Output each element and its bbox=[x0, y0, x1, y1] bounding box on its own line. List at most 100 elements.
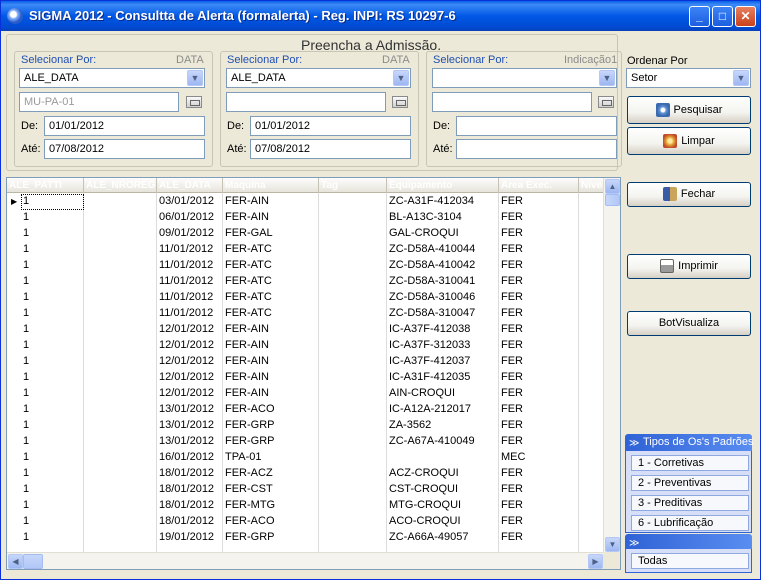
scroll-left-icon[interactable]: ◀ bbox=[8, 554, 23, 569]
column-header[interactable]: ALE_NROREG bbox=[84, 178, 157, 193]
table-cell bbox=[579, 290, 604, 306]
all-types-header[interactable]: ≫ bbox=[625, 534, 752, 549]
chevron-down-icon[interactable]: ▼ bbox=[187, 70, 203, 86]
group1-text-field[interactable]: MU-PA-01 bbox=[19, 92, 179, 112]
table-row[interactable]: 1 11/01/2012 FER-ATC ZC-D58A-310041 FER bbox=[7, 274, 604, 290]
scroll-thumb[interactable] bbox=[605, 194, 620, 206]
column-header[interactable]: Maquina bbox=[223, 178, 319, 193]
table-row[interactable]: 1 13/01/2012 FER-GRP ZA-3562 FER bbox=[7, 418, 604, 434]
table-cell bbox=[319, 466, 387, 482]
print-button[interactable]: Imprimir bbox=[627, 254, 751, 279]
table-row[interactable]: 1 19/01/2012 FER-GRP ZC-A66A-49057 FER bbox=[7, 530, 604, 546]
os-types-header[interactable]: ≫ Tipos de Os's Padrões bbox=[625, 434, 754, 452]
os-type-item[interactable]: 3 - Preditivas bbox=[631, 495, 749, 511]
group3-label: Selecionar Por: bbox=[433, 54, 509, 66]
group1-select[interactable]: ALE_DATA ▼ bbox=[19, 68, 205, 88]
table-cell: FER-ACZ bbox=[225, 467, 273, 479]
scroll-right-icon[interactable]: ▶ bbox=[588, 554, 603, 569]
group3-de-label: De: bbox=[433, 120, 451, 132]
table-row[interactable]: 1 16/01/2012 TPA-01 MEC bbox=[7, 450, 604, 466]
os-type-item[interactable]: 2 - Preventivas bbox=[631, 475, 749, 491]
table-row[interactable]: 1 03/01/2012 FER-AIN ZC-A31F-412034 FER ▶ bbox=[7, 194, 604, 210]
maximize-button[interactable]: □ bbox=[712, 6, 733, 27]
os-type-item[interactable]: 1 - Corretivas bbox=[631, 455, 749, 471]
title-bar[interactable]: SIGMA 2012 - Consultta de Alerta (formal… bbox=[1, 1, 760, 31]
table-cell bbox=[84, 498, 157, 514]
table-row[interactable]: 1 12/01/2012 FER-AIN IC-A37F-412037 FER bbox=[7, 354, 604, 370]
chevron-down-icon[interactable]: ▼ bbox=[599, 70, 615, 86]
column-header[interactable]: Equipamento bbox=[387, 178, 499, 193]
lookup-icon[interactable] bbox=[392, 96, 408, 108]
collapse-chevron-icon[interactable]: ≫ bbox=[629, 435, 639, 452]
results-grid[interactable]: ALE_PATTI ALE_NROREG ALE_DATA Maquina Tag Equ… bbox=[6, 177, 621, 570]
bot-visualiza-button[interactable]: BotVisualiza bbox=[627, 311, 751, 336]
table-row[interactable]: 1 11/01/2012 FER-ATC ZC-D58A-410044 FER bbox=[7, 242, 604, 258]
table-row[interactable]: 1 12/01/2012 FER-AIN IC-A37F-312033 FER bbox=[7, 338, 604, 354]
table-cell: ZC-D58A-410044 bbox=[389, 243, 476, 255]
app-icon[interactable] bbox=[7, 8, 23, 24]
table-cell bbox=[579, 258, 604, 274]
table-cell: FER-ATC bbox=[225, 243, 272, 255]
table-row[interactable]: 1 18/01/2012 FER-CST CST-CROQUI FER bbox=[7, 482, 604, 498]
table-cell: IC-A37F-412038 bbox=[389, 323, 471, 335]
table-row[interactable]: 1 13/01/2012 FER-ACO IC-A12A-212017 FER bbox=[7, 402, 604, 418]
table-cell: ACO-CROQUI bbox=[389, 515, 461, 527]
table-row[interactable]: 1 13/01/2012 FER-GRP ZC-A67A-410049 FER bbox=[7, 434, 604, 450]
table-row[interactable]: 1 18/01/2012 FER-MTG MTG-CROQUI FER bbox=[7, 498, 604, 514]
group3-ate-field[interactable] bbox=[456, 139, 617, 159]
table-row[interactable]: 1 12/01/2012 FER-AIN AIN-CROQUI FER bbox=[7, 386, 604, 402]
chevron-down-icon[interactable]: ▼ bbox=[393, 70, 409, 86]
chevron-down-icon[interactable]: ▼ bbox=[733, 70, 749, 86]
column-header[interactable]: ALE_DATA bbox=[157, 178, 223, 193]
group2-de-field[interactable]: 01/01/2012 bbox=[250, 116, 411, 136]
horizontal-scrollbar[interactable]: ◀ ▶ bbox=[7, 552, 604, 569]
group3-de-field[interactable] bbox=[456, 116, 617, 136]
column-header[interactable]: Nivel bbox=[579, 178, 604, 193]
minimize-button[interactable]: _ bbox=[689, 6, 710, 27]
scroll-down-icon[interactable]: ▼ bbox=[605, 537, 620, 552]
group2-select[interactable]: ALE_DATA ▼ bbox=[226, 68, 411, 88]
table-cell bbox=[387, 450, 499, 466]
table-cell: FER bbox=[501, 307, 523, 319]
lookup-icon[interactable] bbox=[598, 96, 614, 108]
table-cell bbox=[84, 370, 157, 386]
table-row[interactable]: 1 12/01/2012 FER-AIN IC-A37F-412038 FER bbox=[7, 322, 604, 338]
close-button[interactable]: ✕ bbox=[735, 6, 756, 27]
table-cell: IC-A12A-212017 bbox=[389, 403, 471, 415]
clear-button[interactable]: Limpar bbox=[627, 127, 751, 155]
os-type-item[interactable]: 6 - Lubrificação bbox=[631, 515, 749, 531]
table-row[interactable]: 1 06/01/2012 FER-AIN BL-A13C-3104 FER bbox=[7, 210, 604, 226]
group2-text-field[interactable] bbox=[226, 92, 386, 112]
table-cell bbox=[84, 338, 157, 354]
order-select[interactable]: Setor ▼ bbox=[626, 68, 751, 88]
close-form-button[interactable]: Fechar bbox=[627, 182, 751, 207]
lookup-icon[interactable] bbox=[186, 96, 202, 108]
scroll-thumb-horizontal[interactable] bbox=[23, 554, 43, 569]
group1-ate-field[interactable]: 07/08/2012 bbox=[44, 139, 205, 159]
table-cell bbox=[84, 514, 157, 530]
all-types-item[interactable]: Todas bbox=[631, 553, 749, 569]
table-row[interactable]: 1 18/01/2012 FER-ACO ACO-CROQUI FER bbox=[7, 514, 604, 530]
table-row[interactable]: 1 11/01/2012 FER-ATC ZC-D58A-310047 FER bbox=[7, 306, 604, 322]
search-button[interactable]: Pesquisar bbox=[627, 96, 751, 124]
group3-select[interactable]: ▼ bbox=[432, 68, 617, 88]
scroll-up-icon[interactable]: ▲ bbox=[605, 179, 620, 194]
vertical-scrollbar[interactable]: ▲ ▼ bbox=[603, 178, 620, 553]
group1-de-field[interactable]: 01/01/2012 bbox=[44, 116, 205, 136]
group3-text-field[interactable] bbox=[432, 92, 592, 112]
table-cell: 12/01/2012 bbox=[159, 355, 215, 367]
table-row[interactable]: 1 11/01/2012 FER-ATC ZC-D58A-310046 FER bbox=[7, 290, 604, 306]
table-row[interactable]: 1 11/01/2012 FER-ATC ZC-D58A-410042 FER bbox=[7, 258, 604, 274]
column-header[interactable]: Area Exec. bbox=[499, 178, 579, 193]
table-row[interactable]: 1 18/01/2012 FER-ACZ ACZ-CROQUI FER bbox=[7, 466, 604, 482]
table-row[interactable]: 1 12/01/2012 FER-AIN IC-A31F-412035 FER bbox=[7, 370, 604, 386]
table-cell bbox=[84, 418, 157, 434]
column-header[interactable]: ALE_PATTI bbox=[7, 178, 84, 193]
table-cell: 1 bbox=[23, 499, 30, 511]
column-header[interactable]: Tag bbox=[319, 178, 387, 193]
group2-ate-field[interactable]: 07/08/2012 bbox=[250, 139, 411, 159]
table-row[interactable]: 1 09/01/2012 FER-GAL GAL-CROQUI FER bbox=[7, 226, 604, 242]
table-cell: 13/01/2012 bbox=[159, 403, 215, 415]
table-cell: IC-A37F-412037 bbox=[389, 355, 471, 367]
group2-ate-label: Até: bbox=[227, 143, 247, 155]
